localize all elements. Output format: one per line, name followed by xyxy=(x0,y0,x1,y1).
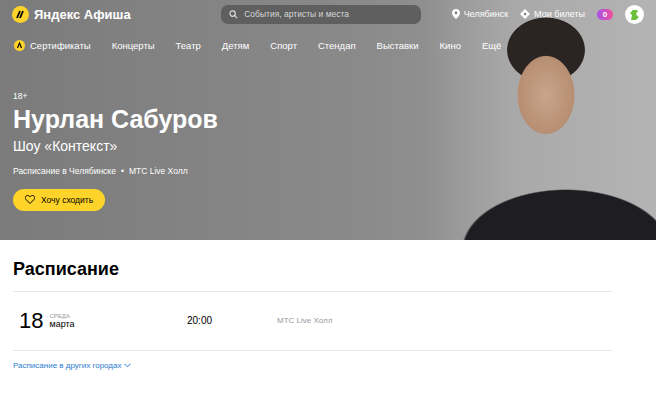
plus-badge[interactable]: 0 xyxy=(597,9,613,20)
heart-icon xyxy=(25,195,35,204)
pin-icon xyxy=(452,9,460,19)
age-rating: 18+ xyxy=(13,91,643,101)
session-list: 18 СРЕДАмарта 20:00МТС Live Холл xyxy=(13,291,612,351)
hero-photo xyxy=(426,0,656,240)
meta-separator: • xyxy=(121,166,124,176)
event-info: 18+ Нурлан Сабуров Шоу «Контекст» Расписани… xyxy=(0,91,656,211)
session-time[interactable]: 20:00 xyxy=(187,315,277,326)
session-date: 18 СРЕДАмарта xyxy=(19,308,187,334)
event-subtitle: Шоу «Контекст» xyxy=(13,138,643,154)
ticket-icon xyxy=(520,9,530,19)
session-month: марта xyxy=(49,319,74,329)
session-day: 18 xyxy=(19,308,43,334)
schedule: Расписание 18 СРЕДАмарта 20:00МТС Live Холл… xyxy=(0,259,656,372)
event-meta: Расписание в Челябинске • МТС Live Холл xyxy=(13,166,643,176)
session-weekday: СРЕДА xyxy=(49,313,74,319)
want-button[interactable]: Хочу сходить xyxy=(13,189,105,211)
hero: Яндекс Афиша События, артисты и места Челя… xyxy=(0,0,656,240)
category-nav: Сертификаты Концерты Театр Детям Спорт Стенда… xyxy=(0,37,656,55)
search-field[interactable]: События, артисты и места xyxy=(221,5,421,24)
meta-item[interactable]: МТС Live Холл xyxy=(129,166,188,176)
nav-item[interactable]: Концерты xyxy=(112,40,155,53)
session-row[interactable]: 18 СРЕДАмарта 20:00МТС Live Холл xyxy=(13,292,612,351)
search-icon xyxy=(229,10,238,19)
nav-item[interactable]: Кино xyxy=(440,40,461,53)
page: Яндекс Афиша События, артисты и места Челя… xyxy=(0,0,656,404)
certificate-icon xyxy=(14,40,25,51)
nav-item[interactable]: Театр xyxy=(176,40,201,53)
logo[interactable]: Яндекс Афиша xyxy=(12,6,131,23)
nav-item[interactable]: Выставки xyxy=(377,40,419,53)
nav-item[interactable]: Детям xyxy=(222,40,249,53)
avatar[interactable] xyxy=(625,5,644,24)
other-cities-link[interactable]: Расписание в других городах xyxy=(13,361,131,370)
city-selector[interactable]: Челябинск xyxy=(452,9,508,19)
nav-item[interactable]: Стендап xyxy=(318,40,356,53)
my-tickets[interactable]: Мои билеты xyxy=(520,9,585,19)
nav-item[interactable]: Ещё xyxy=(482,40,501,53)
session-venue: МТС Live Холл xyxy=(277,316,332,325)
chevron-down-icon xyxy=(124,363,131,368)
meta-item[interactable]: Расписание в Челябинске xyxy=(13,166,116,176)
logo-icon xyxy=(12,6,29,23)
nav-item[interactable]: Сертификаты xyxy=(14,40,91,53)
nav-item[interactable]: Спорт xyxy=(270,40,297,53)
dinosaur-icon xyxy=(628,8,641,21)
event-title: Нурлан Сабуров xyxy=(13,106,643,134)
schedule-title: Расписание xyxy=(13,259,643,281)
top-bar: Яндекс Афиша События, артисты и места Челя… xyxy=(0,0,656,28)
